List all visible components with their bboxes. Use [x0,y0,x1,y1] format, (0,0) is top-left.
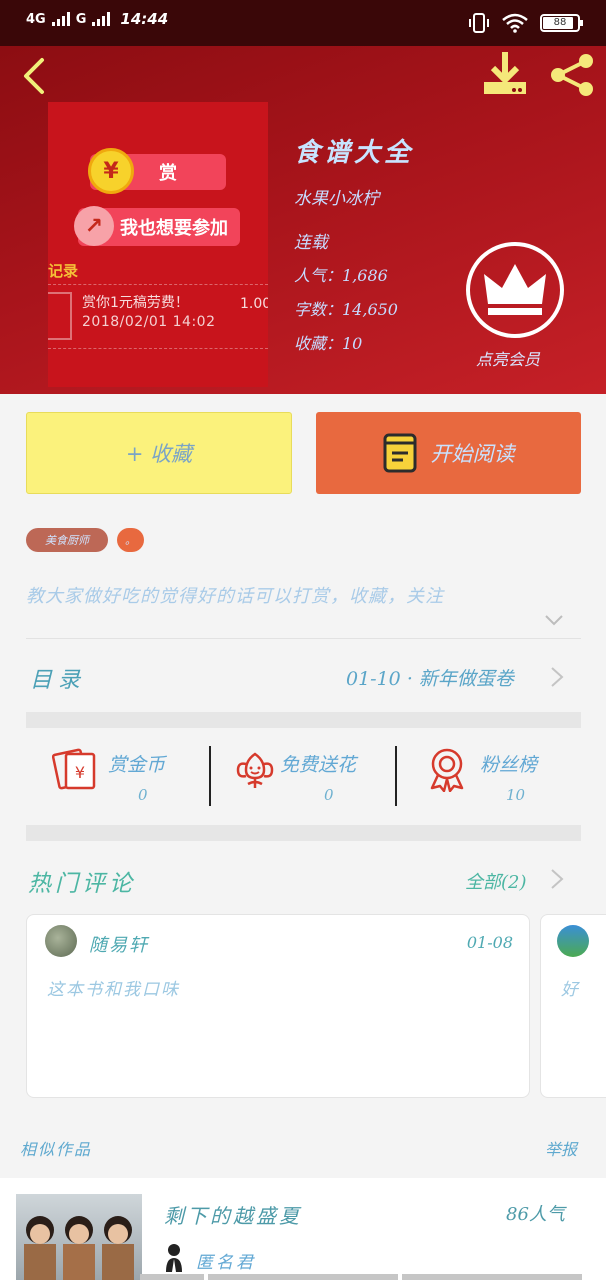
vip-button[interactable] [466,242,564,338]
signal-icon-2 [92,12,111,26]
section-gap [26,712,581,728]
book-icon [383,433,416,473]
add-favorite-button[interactable]: + 收藏 [26,412,292,494]
work-author[interactable]: 匿名君 [196,1248,256,1273]
user-avatar-icon [166,1244,182,1272]
book-cover[interactable]: ¥ 赏 ↗ 我也想要参加 记录 赏你1元稿劳费！ 2018/02/01 14:0… [48,102,268,387]
toc-label[interactable]: 目录 [30,662,86,694]
stat-divider-2 [395,746,397,806]
share-icon[interactable] [548,52,596,98]
scroll-indicator-3 [402,1274,582,1280]
report-link[interactable]: 举报 [545,1136,577,1160]
arrow-badge-icon: ↗ [74,206,114,246]
stat-free-flowers[interactable]: 免费送花 0 [232,746,382,806]
comment-user[interactable]: 随易轩 [89,931,149,957]
toc-latest-chapter[interactable]: 01-10 · 新年做蛋卷 [346,664,514,691]
download-icon[interactable] [480,50,530,98]
word-count: 字数：14,650 [294,300,398,319]
vibrate-icon [469,13,489,33]
avatar-2[interactable] [557,925,589,957]
status-bar: 4G G 14:44 88 [0,0,606,46]
chevron-right-icon-2[interactable] [550,868,564,890]
cover-record-text: 赏你1元稿劳费！ [82,295,189,311]
crown-icon [484,264,546,315]
stat-fan-ranking[interactable]: 粉丝榜 10 [424,746,554,806]
scroll-indicator-2 [208,1274,398,1280]
divider [26,638,581,639]
svg-text:¥: ¥ [75,763,85,782]
tag-chip-2[interactable]: 。 [117,528,144,552]
book-description: 教大家做好吃的觉得好的话可以打赏，收藏，关注 [26,586,444,607]
comment-text-2: 好 [561,980,580,1000]
similar-work-item[interactable]: 剩下的越盛夏 86人气 匿名君 [0,1178,606,1280]
tag-chip[interactable]: 美食厨师 [26,528,108,552]
book-header: ¥ 赏 ↗ 我也想要参加 记录 赏你1元稿劳费！ 2018/02/01 14:0… [0,46,606,394]
comment-card[interactable]: 随易轩 01-08 这本书和我口味 [26,914,530,1098]
back-arrow-icon[interactable] [16,56,56,96]
flower-icon [236,752,274,788]
network-label-1: 4G [26,11,46,27]
work-title[interactable]: 剩下的越盛夏 [164,1200,302,1229]
cover-record-amount: 1.00 [240,296,268,312]
book-title: 食谱大全 [294,138,415,168]
network-label-2: G [75,11,87,27]
book-author[interactable]: 水果小冰柠 [294,184,379,209]
popularity-count: 人气：1,686 [294,266,388,285]
work-thumbnail[interactable] [16,1194,142,1280]
comment-text: 这本书和我口味 [47,980,180,1000]
vip-label[interactable]: 点亮会员 [476,346,540,370]
stat-reward-coins[interactable]: ¥ 赏金币 0 [52,746,182,806]
yuan-coin-icon: ¥ [88,148,134,194]
cover-reward-pill: ¥ 赏 [88,148,226,194]
cover-record-date: 2018/02/01 14:02 [82,314,216,330]
cover-divider-2 [48,348,268,349]
work-popularity: 86人气 [506,1204,565,1225]
hot-comments-title: 热门评论 [28,871,136,897]
cover-record-box [48,292,72,340]
scroll-indicator [140,1274,204,1280]
signal-icon [51,12,70,26]
serial-status: 连载 [294,233,328,253]
medal-icon [430,748,464,792]
chevron-down-icon[interactable] [544,614,564,626]
cover-divider [48,284,268,285]
clock: 14:44 [120,10,169,28]
section-gap-2 [26,825,581,841]
similar-works-title: 相似作品 [20,1140,93,1159]
battery-icon: 88 [540,14,583,32]
cover-join-pill: ↗ 我也想要参加 [74,206,240,246]
comment-card-2[interactable]: 好 [540,914,606,1098]
stat-divider [209,746,211,806]
chevron-right-icon[interactable] [550,666,564,688]
favorites-count: 收藏：10 [294,334,363,353]
cover-record-title: 记录 [48,262,79,280]
wifi-icon [502,13,528,33]
avatar[interactable] [45,925,77,957]
all-comments-link[interactable]: 全部(2) [465,868,527,894]
start-reading-button[interactable]: 开始阅读 [316,412,581,494]
reward-envelope-icon: ¥ [52,748,96,790]
work-cover-image [24,1216,134,1280]
comment-date: 01-08 [466,933,513,952]
